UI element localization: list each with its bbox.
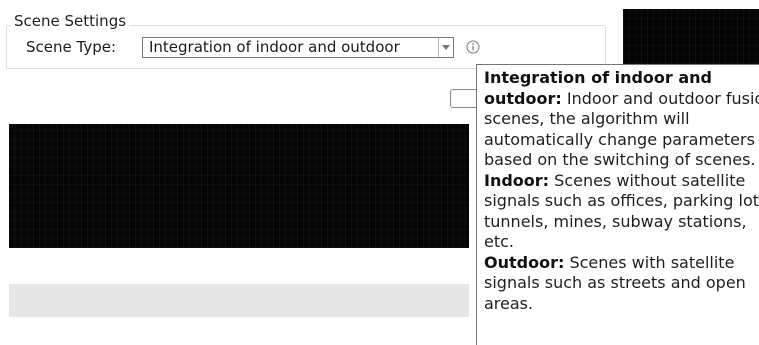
- tooltip-indoor-title: Indoor:: [484, 170, 550, 190]
- info-circle-icon[interactable]: [466, 40, 480, 54]
- tooltip-integration: Integration of indoor and outdoor: Indoo…: [484, 68, 759, 171]
- tooltip-outdoor-title: Outdoor:: [484, 252, 565, 272]
- gray-status-bar: [9, 284, 469, 317]
- scene-settings-page: Scene Settings Scene Type: Integration o…: [0, 0, 759, 345]
- dropdown-button[interactable]: [438, 38, 453, 57]
- tooltip-outdoor: Outdoor: Scenes with satellite signals s…: [484, 253, 759, 315]
- tooltip-indoor: Indoor: Scenes without satellite signals…: [484, 171, 759, 253]
- scene-type-select[interactable]: Integration of indoor and outdoor: [142, 37, 454, 58]
- scene-type-value: Integration of indoor and outdoor: [149, 38, 400, 56]
- scene-type-tooltip: Integration of indoor and outdoor: Indoo…: [476, 64, 759, 345]
- dark-view-panel: [9, 124, 469, 248]
- chevron-down-icon: [442, 45, 450, 50]
- scene-type-label: Scene Type:: [26, 38, 117, 56]
- group-title: Scene Settings: [11, 12, 130, 31]
